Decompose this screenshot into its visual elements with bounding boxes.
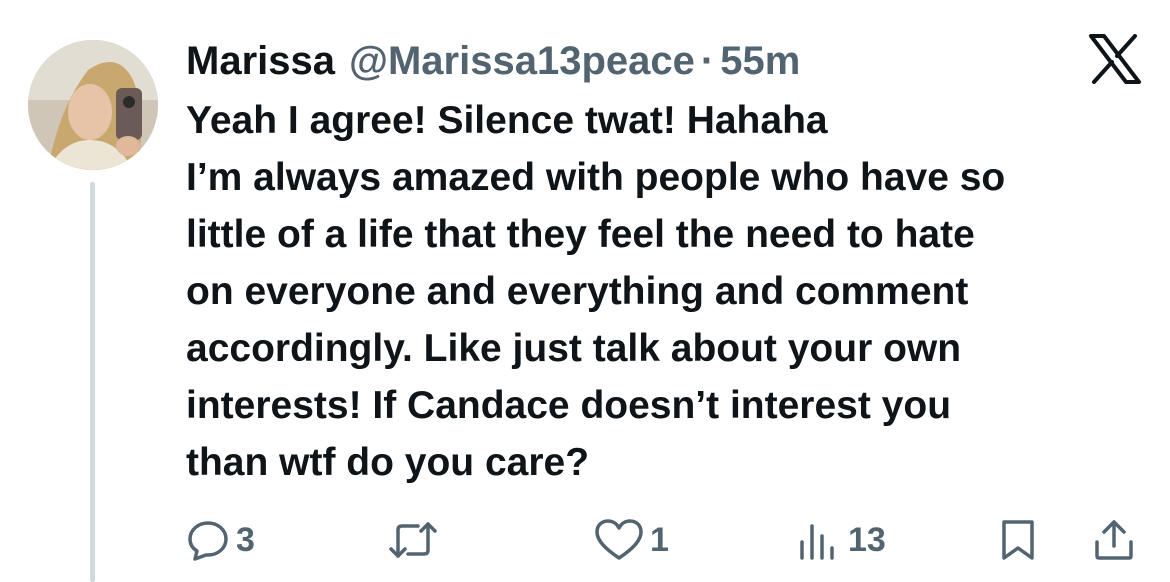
tweet-time[interactable]: 55m <box>720 39 800 84</box>
tweet-text-line: interests! If Candace doesn’t interest y… <box>186 384 952 427</box>
avatar-photo <box>28 40 158 170</box>
heart-icon <box>595 519 643 560</box>
action-bar: 3 1 13 <box>0 518 1170 568</box>
author-name[interactable]: Marissa <box>186 39 335 84</box>
reply-icon <box>188 521 228 561</box>
repost-icon <box>389 522 437 558</box>
share-icon <box>1095 520 1133 560</box>
tweet-text-line: accordingly. Like just talk about your o… <box>186 327 962 370</box>
share-button[interactable] <box>1092 518 1136 562</box>
tweet-text-line: little of a life that they feel the need… <box>186 213 975 256</box>
tweet-text-line: I’m always amazed with people who have s… <box>186 156 1006 199</box>
reply-button[interactable]: 3 <box>186 518 255 562</box>
tweet-text: Yeah I agree! Silence twat! Hahaha I’m a… <box>186 92 1146 491</box>
views-button[interactable]: 13 <box>796 518 886 562</box>
bookmark-icon <box>1002 520 1034 560</box>
bookmark-button[interactable] <box>998 518 1038 562</box>
like-count: 1 <box>650 520 669 559</box>
tweet-header: Marissa @Marissa13peace · 55m <box>186 36 800 86</box>
separator-dot: · <box>700 38 715 83</box>
tweet-text-line: Yeah I agree! Silence twat! Hahaha <box>186 99 828 142</box>
tweet-text-line: than wtf do you care? <box>186 441 590 484</box>
tweet-text-line: on everyone and everything and comment <box>186 270 969 313</box>
avatar[interactable] <box>28 40 158 170</box>
author-handle[interactable]: @Marissa13peace <box>349 39 695 84</box>
like-button[interactable]: 1 <box>594 518 669 562</box>
views-count: 13 <box>848 520 886 559</box>
x-logo-icon <box>1088 34 1142 84</box>
repost-button[interactable] <box>388 518 438 562</box>
views-icon <box>800 524 834 560</box>
reply-count: 3 <box>236 520 255 559</box>
